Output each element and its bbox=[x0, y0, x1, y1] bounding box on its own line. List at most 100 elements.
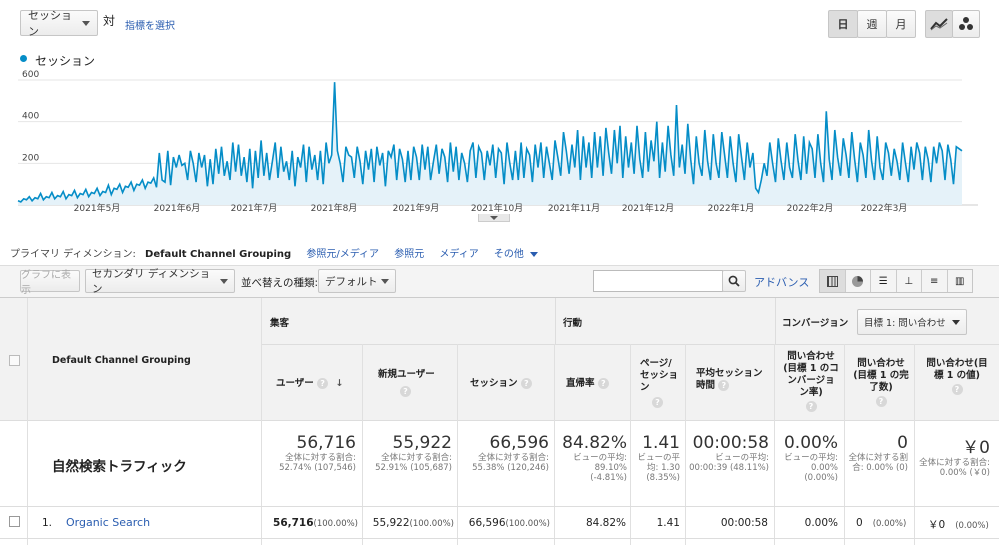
view-pie-button[interactable] bbox=[846, 270, 871, 292]
x-tick-label: 2021年7月 bbox=[231, 202, 278, 214]
view-table-button[interactable] bbox=[820, 270, 846, 292]
x-tick-label: 2021年9月 bbox=[393, 202, 440, 214]
total-goal-rate: 0.00% ビューの平均: 0.00% (0.00%) bbox=[783, 433, 838, 483]
row-goal-value: ￥0 (0.00%) bbox=[928, 519, 989, 531]
select-metric-link[interactable]: 指標を選択 bbox=[125, 17, 175, 32]
help-icon: ? bbox=[718, 380, 730, 391]
primary-dimension-bar: プライマリ ディメンション: Default Channel Grouping … bbox=[10, 245, 539, 260]
row-index: 1. bbox=[42, 517, 53, 529]
help-icon: ? bbox=[805, 401, 817, 412]
total-pages-per-session: 1.41 ビューの平均: 1.30 (8.35%) bbox=[637, 433, 680, 483]
y-tick-label: 600 bbox=[22, 70, 39, 80]
header-new-users[interactable]: 新規ユーザー? bbox=[378, 369, 452, 397]
row-avg-duration: 00:00:58 bbox=[720, 517, 768, 529]
row-bounce-rate: 84.82% bbox=[585, 517, 626, 529]
chevron-down-icon bbox=[952, 319, 960, 325]
table-row: 1. Organic Search 56,716(100.00%) 55,922… bbox=[0, 507, 999, 539]
row-channel-link[interactable]: Organic Search bbox=[66, 516, 150, 529]
select-all-checkbox[interactable] bbox=[9, 355, 20, 366]
secondary-dimension-select[interactable]: セカンダリ ディメンション bbox=[85, 268, 235, 295]
group-divider-2 bbox=[555, 298, 556, 344]
period-month-button[interactable]: 月 bbox=[886, 10, 916, 38]
header-goal-value[interactable]: 問い合わせ(目標 1 の値)? bbox=[924, 358, 990, 395]
row-goal-rate: 0.00% bbox=[804, 517, 838, 529]
header-users[interactable]: ユーザー ? ↓ bbox=[276, 378, 343, 390]
total-users: 56,716 全体に対する割合: 52.74% (107,546) bbox=[279, 433, 356, 473]
group-conversion: コンバージョン bbox=[782, 318, 849, 329]
line-chart-button[interactable] bbox=[925, 10, 953, 38]
motion-chart-button[interactable] bbox=[952, 10, 980, 38]
table-search-input[interactable] bbox=[593, 270, 723, 292]
metric-select[interactable]: セッション bbox=[20, 9, 98, 38]
row-checkbox[interactable] bbox=[9, 516, 20, 527]
total-sessions: 66,596 全体に対する割合: 55.38% (120,246) bbox=[472, 433, 549, 473]
total-bounce-rate: 84.82% ビューの平均: 89.10% (-4.81%) bbox=[562, 433, 627, 483]
header-avg-duration[interactable]: 平均セッション時間 ? bbox=[696, 368, 770, 392]
chevron-down-icon bbox=[220, 278, 228, 284]
x-tick-label: 2022年1月 bbox=[708, 202, 755, 214]
graph-button[interactable]: グラフに表示 bbox=[20, 270, 80, 296]
header-goal-rate[interactable]: 問い合わせ(目標 1 のコンバージョン率)? bbox=[783, 351, 839, 412]
header-sessions[interactable]: セッション ? bbox=[470, 378, 532, 390]
x-tick-label: 2021年5月 bbox=[74, 202, 121, 214]
total-goal-completions: 0 全体に対する割合: 0.00% (0) bbox=[848, 433, 908, 473]
y-tick-label: 400 bbox=[22, 112, 39, 122]
metric-select-label: セッション bbox=[28, 9, 72, 38]
total-new-users: 55,922 全体に対する割合: 52.91% (105,687) bbox=[375, 433, 452, 473]
bars-icon: ☰ bbox=[878, 275, 888, 287]
view-term-cloud-button[interactable]: ≡ bbox=[922, 270, 948, 292]
data-table: Default Channel Grouping 集客 行動 コンバージョン 目… bbox=[0, 297, 999, 545]
dimension-medium[interactable]: メディア bbox=[439, 249, 478, 260]
dimension-source[interactable]: 参照元 bbox=[394, 249, 424, 260]
sort-select[interactable]: デフォルト bbox=[318, 269, 396, 293]
help-icon: ? bbox=[652, 397, 663, 408]
legend-dot bbox=[20, 55, 27, 62]
segment-name: 自然検索トラフィック bbox=[52, 459, 187, 475]
group-divider-3 bbox=[775, 298, 776, 344]
view-pivot-button[interactable]: ▥ bbox=[948, 270, 973, 292]
header-bounce-rate[interactable]: 直帰率 ? bbox=[566, 378, 609, 390]
y-tick-label: 200 bbox=[22, 153, 39, 163]
help-icon: ? bbox=[597, 378, 609, 389]
search-button[interactable] bbox=[722, 270, 746, 292]
view-comparison-button[interactable]: ⊥ bbox=[897, 270, 922, 292]
x-tick-label: 2022年2月 bbox=[787, 202, 834, 214]
chart-collapse-handle[interactable] bbox=[478, 214, 510, 222]
dimension-source-medium[interactable]: 参照元/メディア bbox=[306, 249, 379, 260]
row-new-users: 55,922(100.00%) bbox=[372, 517, 454, 529]
dimension-other[interactable]: その他 bbox=[494, 249, 524, 260]
x-tick-label: 2022年3月 bbox=[861, 202, 908, 214]
pivot-icon: ▥ bbox=[955, 275, 965, 287]
header-goal-completions[interactable]: 問い合わせ(目標 1 の完了数)? bbox=[852, 358, 910, 407]
help-icon: ? bbox=[951, 384, 963, 395]
period-day-button[interactable]: 日 bbox=[828, 10, 858, 38]
line-chart-icon bbox=[930, 18, 948, 31]
x-tick-label: 2021年6月 bbox=[154, 202, 201, 214]
grid-icon bbox=[826, 275, 838, 287]
period-week-button[interactable]: 週 bbox=[857, 10, 887, 38]
goal-select[interactable]: 目標 1: 問い合わせ bbox=[857, 309, 967, 335]
series-area bbox=[18, 82, 962, 205]
bubble-chart-icon bbox=[959, 17, 973, 30]
advanced-link[interactable]: アドバンス bbox=[754, 274, 809, 290]
x-tick-label: 2021年12月 bbox=[622, 202, 674, 214]
total-goal-value: ￥0 全体に対する割合: 0.00% (￥0) bbox=[919, 438, 990, 478]
help-icon: ? bbox=[400, 386, 411, 397]
row-goal-completions: 0 (0.00%) bbox=[856, 517, 907, 529]
group-behavior: 行動 bbox=[563, 318, 583, 329]
header-pages-per-session[interactable]: ページ/セッション? bbox=[640, 358, 680, 408]
view-toggle-group: ☰ ⊥ ≡ ▥ bbox=[819, 269, 973, 293]
sort-label: 並べ替えの種類: bbox=[241, 277, 319, 289]
row-pages-per-session: 1.41 bbox=[656, 517, 680, 529]
row-sessions: 66,596(100.00%) bbox=[468, 517, 550, 529]
pie-icon bbox=[852, 275, 864, 287]
help-icon: ? bbox=[875, 396, 887, 407]
legend-label: セッション bbox=[35, 54, 96, 68]
chevron-down-icon bbox=[530, 252, 539, 257]
x-tick-label: 2021年8月 bbox=[311, 202, 358, 214]
view-performance-button[interactable]: ☰ bbox=[871, 270, 897, 292]
help-icon: ? bbox=[520, 378, 532, 389]
vs-label: 対 bbox=[103, 14, 116, 28]
group-acquisition: 集客 bbox=[270, 318, 290, 329]
primary-dimension-label: プライマリ ディメンション: bbox=[10, 249, 136, 260]
